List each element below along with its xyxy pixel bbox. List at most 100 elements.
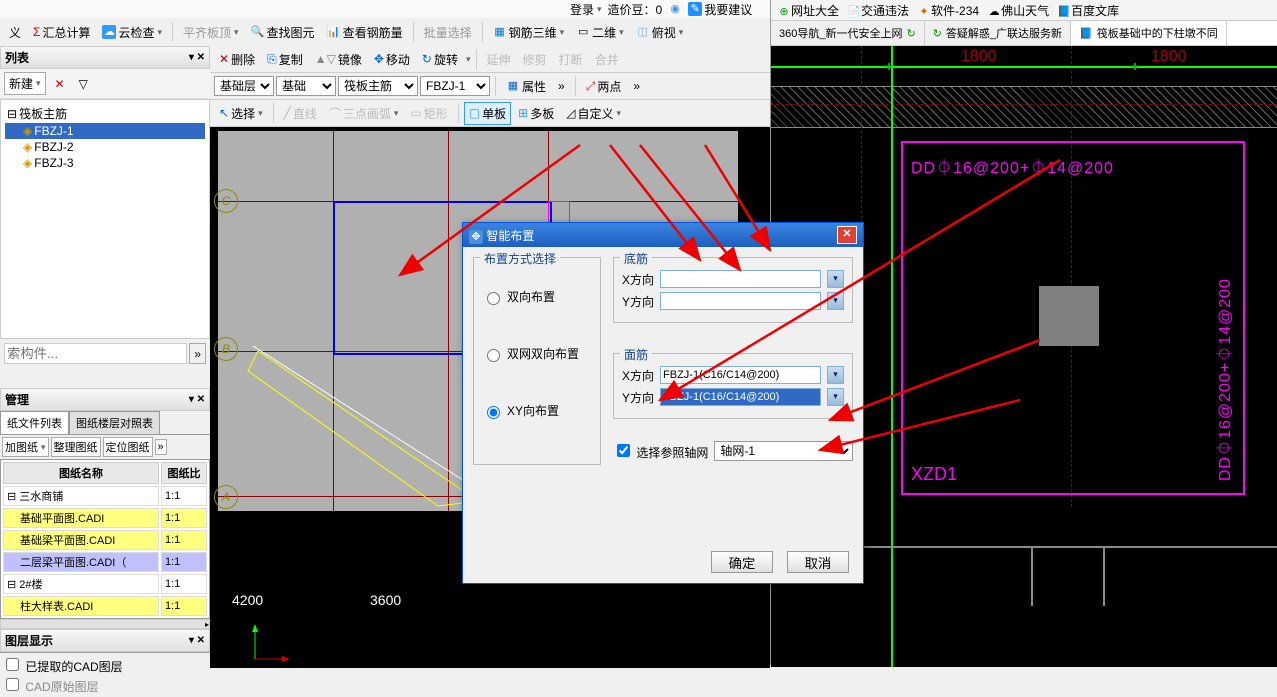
suggest-link[interactable]: ✎我要建议 (688, 1, 752, 18)
bm-2[interactable]: ✦软件-234 (917, 2, 979, 19)
table-row[interactable]: ⊟ 三水商铺1:1 (3, 486, 207, 506)
tab-floors[interactable]: 图纸楼层对照表 (69, 411, 160, 434)
radio-double-net[interactable]: 双网双向布置 (482, 345, 592, 362)
more-button[interactable]: » (553, 76, 570, 96)
table-row[interactable]: 基础梁平面图.CADI1:1 (3, 530, 207, 550)
more2-button[interactable]: » (628, 76, 645, 96)
table-row[interactable]: ⊟ 2#楼1:1 (3, 574, 207, 594)
layer-select[interactable]: 基础层 (214, 76, 274, 96)
sub-select[interactable]: 筏板主筋 (338, 76, 418, 96)
del-button[interactable]: ✕删除 (214, 48, 260, 71)
tree-root[interactable]: ⊟ 筏板主筋 (5, 104, 205, 123)
btab-0[interactable]: 360导航_新一代安全上网↻ (771, 21, 925, 45)
cancel-button[interactable]: 取消 (787, 551, 849, 573)
locate-dwg-button[interactable]: 定位图纸 (103, 437, 153, 457)
rebar-tree[interactable]: ⊟ 筏板主筋 ◈ FBZJ-1 ◈ FBZJ-2 ◈ FBZJ-3 (0, 99, 210, 339)
tab-files[interactable]: 纸文件列表 (0, 411, 69, 434)
price-beans: 造价豆：0 (608, 1, 663, 18)
layer-panel-header: 图层显示▾ ✕ (0, 629, 210, 652)
dim-3600: 3600 (370, 592, 401, 608)
code-select[interactable]: FBZJ-1 (420, 76, 490, 96)
table-row[interactable]: 基础平面图.CADI1:1 (3, 508, 207, 528)
dwg-more-button[interactable]: » (155, 439, 167, 455)
bottom-x-input[interactable] (660, 270, 821, 288)
radio-bidir[interactable]: 双向布置 (482, 288, 592, 305)
drawing-table[interactable]: 图纸名称图纸比 ⊟ 三水商铺1:1 基础平面图.CADI1:1 基础梁平面图.C… (0, 459, 210, 619)
dwg-tabs: 纸文件列表 图纸楼层对照表 (0, 411, 210, 435)
view-steel-button[interactable]: 📊 查看钢筋量 (322, 21, 408, 44)
axis-b: B (214, 337, 238, 361)
close-icon[interactable]: ✕ (837, 226, 857, 244)
arc-button: ⌒三点画弧▾ (324, 102, 404, 125)
login-link[interactable]: 登录 ▾ (570, 1, 602, 18)
copy-button[interactable]: ⎘复制 (262, 48, 308, 71)
select-button[interactable]: ↖ 选择▾ (214, 102, 268, 125)
mirror-button[interactable]: ▲▽镜像 (310, 48, 367, 71)
prop-button[interactable]: ▦属性 (501, 75, 551, 98)
single-board-button[interactable]: ▢单板 (464, 102, 511, 125)
2d-button[interactable]: ▭ 二维▾ (571, 21, 629, 44)
dim-1800-1: 1800 (961, 48, 997, 66)
multi-board-button[interactable]: ⊞多板 (513, 102, 559, 125)
table-row[interactable]: 柱大样表.CADI1:1 (3, 596, 207, 616)
smart-layout-dialog: ✥ 智能布置 ✕ 布置方式选择 双向布置 双网双向布置 XY向布置 底筋 X方向… (462, 222, 864, 584)
extracted-layer-check[interactable]: 已提取的CAD图层 (2, 660, 123, 674)
steel-3d-button[interactable]: ▦ 钢筋三维▾ (488, 21, 570, 44)
two-point-button[interactable]: ⤢两点 (581, 75, 627, 98)
tree-item-0[interactable]: ◈ FBZJ-1 (5, 123, 205, 139)
btab-1[interactable]: ↻答疑解惑_广联达服务新 (925, 21, 1071, 45)
delete-item-button[interactable]: ✕ (50, 74, 70, 94)
bm-0[interactable]: ⊕网址大全 (777, 2, 839, 19)
layout-method-group: 布置方式选择 双向布置 双网双向布置 XY向布置 (473, 257, 601, 465)
extend-button: 延伸 (482, 48, 516, 71)
axis-a: A (214, 485, 238, 509)
top-x-input[interactable] (660, 366, 821, 384)
filter-button[interactable]: ▽ (74, 74, 93, 94)
flat-top-button[interactable]: 平齐板顶▾ (178, 21, 244, 44)
new-button[interactable]: 新建 ▾ (4, 72, 46, 95)
orig-layer-check[interactable]: CAD原始图层 (2, 680, 99, 694)
table-row[interactable]: 二层梁平面图.CADI（1:1 (3, 552, 207, 572)
batch-select-button[interactable]: 批量选择 (419, 21, 477, 44)
tree-item-2[interactable]: ◈ FBZJ-3 (5, 155, 205, 171)
radio-xy[interactable]: XY向布置 (482, 402, 592, 419)
bm-1[interactable]: 📄交通违法 (847, 2, 909, 19)
axis-c: C (214, 189, 238, 213)
tree-item-1[interactable]: ◈ FBZJ-2 (5, 139, 205, 155)
dropdown-icon[interactable]: ▾ (827, 292, 844, 310)
cloud-check-button[interactable]: ☁ 云检查▾ (97, 21, 167, 44)
draw-toolbar: ↖ 选择▾ ╱直线 ⌒三点画弧▾ ▭矩形 ▢单板 ⊞多板 ◿自定义▾ (210, 100, 770, 127)
layer-toolbar: 基础层 基础 筏板主筋 FBZJ-1 ▦属性 » ⤢两点 » (210, 73, 770, 100)
bm-3[interactable]: ☁佛山天气 (987, 2, 1049, 19)
sort-dwg-button[interactable]: 整理图纸 (51, 437, 101, 457)
dropdown-icon[interactable]: ▾ (827, 270, 844, 288)
axis-select[interactable]: 轴网-1 (714, 441, 853, 461)
yi-button[interactable]: 义 (4, 21, 26, 44)
move-button[interactable]: ✥移动 (369, 48, 415, 71)
top-y-input[interactable] (660, 388, 821, 406)
dim-1800-2: 1800 (1151, 48, 1187, 66)
custom-button[interactable]: ◿自定义▾ (561, 102, 626, 125)
trim-button: 修剪 (518, 48, 552, 71)
dialog-title-bar[interactable]: ✥ 智能布置 ✕ (463, 223, 863, 247)
ok-button[interactable]: 确定 (711, 551, 773, 573)
dropdown-icon[interactable]: ▾ (827, 366, 844, 384)
bm-4[interactable]: 📘百度文库 (1057, 2, 1119, 19)
view-button[interactable]: ◫ 俯视▾ (631, 21, 689, 44)
type-select[interactable]: 基础 (276, 76, 336, 96)
layer-controls[interactable]: ▾ ✕ (189, 635, 205, 646)
sum-calc-button[interactable]: Σ 汇总计算 (28, 21, 95, 44)
dropdown-icon[interactable]: ▾ (827, 388, 844, 406)
find-element-button[interactable]: 🔍 查找图元 (246, 21, 320, 44)
btab-2[interactable]: 📘筏板基础中的下柱墩不同 (1071, 21, 1227, 45)
rotate-button[interactable]: ↻旋转 (417, 48, 463, 71)
bottom-y-input[interactable] (660, 292, 821, 310)
top-rebar-group: 面筋 X方向▾ Y方向▾ (613, 353, 853, 419)
add-dwg-button[interactable]: 加图纸▾ (2, 437, 49, 457)
axis-ref-check[interactable]: 选择参照轴网 (613, 441, 708, 461)
search-input[interactable] (4, 343, 187, 364)
edit-toolbar: ✕删除 ⎘复制 ▲▽镜像 ✥移动 ↻旋转 ▾ 延伸 修剪 打断 合并 (210, 46, 770, 73)
search-go-button[interactable]: » (189, 343, 206, 364)
mgmt-controls[interactable]: ▾ ✕ (189, 394, 205, 405)
panel-controls[interactable]: ▾ ✕ (189, 52, 205, 63)
